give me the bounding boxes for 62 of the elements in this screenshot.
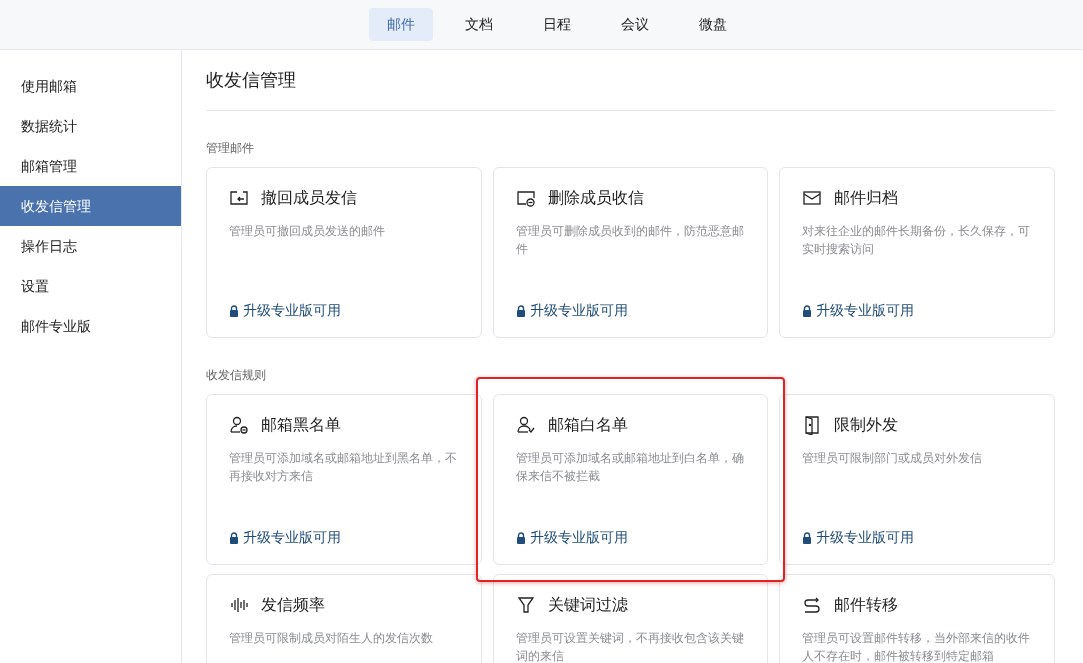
card-description: 管理员可添加域名或邮箱地址到白名单，确保来信不被拦截 <box>515 450 745 485</box>
top-tab[interactable]: 会议 <box>603 8 667 41</box>
page-title: 收发信管理 <box>206 50 1055 111</box>
card-description: 管理员可撤回成员发送的邮件 <box>229 223 386 240</box>
card-title: 关键词过滤 <box>547 595 628 615</box>
section-label: 收发信规则 <box>206 367 267 384</box>
card-description: 管理员可设置邮件转移，当外部来信的收件人不存在时，邮件被转移到特定邮箱 <box>802 630 1032 663</box>
sidebar-item[interactable]: 邮箱管理 <box>0 146 181 186</box>
waveform-icon <box>229 595 249 615</box>
recall-icon <box>229 188 249 208</box>
upgrade-link[interactable]: 升级专业版可用 <box>816 527 915 548</box>
card-description: 管理员可限制部门或成员对外发信 <box>802 450 984 467</box>
upgrade-link[interactable]: 升级专业版可用 <box>243 527 341 548</box>
card-description: 管理员可删除成员收到的邮件，防范恶意邮件 <box>515 223 745 258</box>
user-check-icon <box>515 415 536 435</box>
envelope-icon <box>802 188 823 208</box>
feature-card[interactable]: 删除成员收信 管理员可删除成员收到的邮件，防范恶意邮件 升级专业版可用 <box>492 167 769 338</box>
feature-card[interactable]: 邮箱黑名单 管理员可添加域名或邮箱地址到黑名单，不再接收对方来信 升级专业版可用 <box>206 394 482 565</box>
upgrade-link[interactable]: 升级专业版可用 <box>243 300 341 321</box>
section-label: 管理邮件 <box>206 140 255 157</box>
sidebar-item[interactable]: 设置 <box>0 266 181 306</box>
card-title: 邮箱白名单 <box>547 415 628 435</box>
card-description: 管理员可添加域名或邮箱地址到黑名单，不再接收对方来信 <box>229 450 458 485</box>
lock-icon <box>229 531 239 544</box>
upgrade-link[interactable]: 升级专业版可用 <box>529 300 628 321</box>
lock-icon <box>515 304 526 317</box>
user-minus-icon <box>229 415 249 435</box>
sidebar-item[interactable]: 数据统计 <box>0 106 181 146</box>
card-title: 撤回成员发信 <box>261 188 357 208</box>
upgrade-link[interactable]: 升级专业版可用 <box>529 527 628 548</box>
card-title: 邮件转移 <box>834 595 899 615</box>
transfer-icon <box>802 595 823 615</box>
sidebar-item[interactable]: 操作日志 <box>0 226 181 266</box>
upgrade-link[interactable]: 升级专业版可用 <box>816 300 915 321</box>
card-title: 发信频率 <box>261 595 325 615</box>
inbox-remove-icon <box>515 188 536 208</box>
sidebar-item[interactable]: 邮件专业版 <box>0 306 181 346</box>
top-tab[interactable]: 邮件 <box>369 8 433 41</box>
card-description: 管理员可设置关键词，不再接收包含该关键词的来信 <box>515 630 745 663</box>
card-title: 限制外发 <box>834 415 899 435</box>
card-description: 管理员可限制成员对陌生人的发信次数 <box>229 630 434 647</box>
top-tab[interactable]: 微盘 <box>681 8 745 41</box>
feature-card[interactable]: 关键词过滤 管理员可设置关键词，不再接收包含该关键词的来信 <box>492 574 769 663</box>
feature-card[interactable]: 撤回成员发信 管理员可撤回成员发送的邮件 升级专业版可用 <box>206 167 482 338</box>
card-title: 邮件归档 <box>834 188 899 208</box>
sidebar-item[interactable]: 收发信管理 <box>0 186 181 226</box>
feature-card[interactable]: 邮件转移 管理员可设置邮件转移，当外部来信的收件人不存在时，邮件被转移到特定邮箱 <box>779 574 1055 663</box>
card-description: 对来往企业的邮件长期备份，长久保存，可实时搜索访问 <box>802 223 1032 258</box>
sidebar-item[interactable]: 使用邮箱 <box>0 66 181 106</box>
lock-icon <box>515 531 526 544</box>
filter-icon <box>515 595 536 615</box>
card-title: 邮箱黑名单 <box>261 415 341 435</box>
lock-icon <box>229 304 239 317</box>
feature-card[interactable]: 邮箱白名单 管理员可添加域名或邮箱地址到白名单，确保来信不被拦截 升级专业版可用 <box>492 394 769 565</box>
feature-card[interactable]: 限制外发 管理员可限制部门或成员对外发信 升级专业版可用 <box>779 394 1055 565</box>
feature-card[interactable]: 发信频率 管理员可限制成员对陌生人的发信次数 <box>206 574 482 663</box>
card-title: 删除成员收信 <box>547 188 644 208</box>
top-tab[interactable]: 文档 <box>447 8 511 41</box>
lock-icon <box>802 304 813 317</box>
top-tab[interactable]: 日程 <box>525 8 589 41</box>
lock-icon <box>802 531 813 544</box>
feature-card[interactable]: 邮件归档 对来往企业的邮件长期备份，长久保存，可实时搜索访问 升级专业版可用 <box>779 167 1055 338</box>
